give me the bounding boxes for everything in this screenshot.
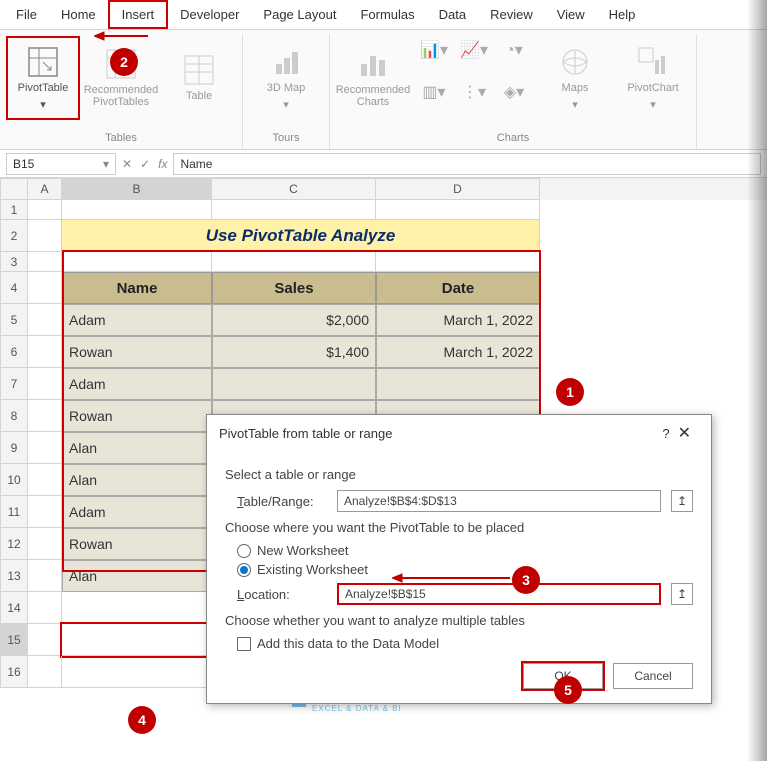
row-header-3[interactable]: 3 [0,252,28,272]
menu-formulas[interactable]: Formulas [348,2,426,27]
menu-help[interactable]: Help [597,2,648,27]
section-placement: Choose where you want the PivotTable to … [225,520,693,535]
col-header-d[interactable]: D [376,178,540,200]
recommended-charts-button[interactable]: Recommended Charts [336,36,410,120]
col-header-c[interactable]: C [212,178,376,200]
menu-home[interactable]: Home [49,2,108,27]
col-header-b[interactable]: B [62,178,212,200]
menu-view[interactable]: View [545,2,597,27]
menu-insert[interactable]: Insert [108,0,169,29]
group-label-charts: Charts [497,129,529,147]
dropdown-icon: ▾ [103,157,109,171]
dropdown-icon: ▾ [650,98,656,111]
badge-5: 5 [554,676,582,704]
col-header-a[interactable]: A [28,178,62,200]
dropdown-icon: ▾ [40,98,46,111]
name-box[interactable]: B15▾ [6,153,116,175]
menu-file[interactable]: File [4,2,49,27]
bar-chart-icon[interactable]: 📊▾ [414,36,454,64]
selected-cell-b15[interactable] [62,624,212,656]
badge-3: 3 [512,566,540,594]
arrow-to-existing [392,572,512,584]
title-cell[interactable]: Use PivotTable Analyze [62,220,540,252]
dropdown-icon: ▾ [572,98,578,111]
row-header-4[interactable]: 4 [0,272,28,304]
cancel-button[interactable]: Cancel [613,663,693,689]
formula-bar: B15▾ ✕ ✓ fx Name [0,150,767,178]
row-header-1[interactable]: 1 [0,200,28,220]
table-header-name[interactable]: Name [62,272,212,304]
pivotchart-button[interactable]: PivotChart ▾ [616,36,690,120]
dialog-title: PivotTable from table or range [219,426,662,441]
fx-icon[interactable]: fx [158,157,167,171]
line-chart-icon[interactable]: 📈▾ [454,36,494,64]
table-header-sales[interactable]: Sales [212,272,376,304]
radio-new-worksheet[interactable]: New Worksheet [225,543,693,558]
edge-shadow [747,0,767,761]
menu-data[interactable]: Data [427,2,478,27]
recommended-charts-icon [357,48,389,80]
menubar: File Home Insert Developer Page Layout F… [0,0,767,30]
3d-map-icon [270,46,302,78]
collapse-range-icon[interactable]: ↥ [671,583,693,605]
table-range-label: Table/Range: [237,494,327,509]
collapse-range-icon[interactable]: ↥ [671,490,693,512]
group-label-tours: Tours [273,129,300,147]
ribbon: PivotTable ▾ Recommended PivotTables Tab… [0,30,767,150]
group-label-tables: Tables [105,129,137,147]
pivottable-icon [27,46,59,78]
hierarchy-chart-icon[interactable]: ▥▾ [414,78,454,106]
maps-icon [559,46,591,78]
formula-input[interactable]: Name [173,153,761,175]
dropdown-icon: ▾ [283,98,289,111]
scatter-chart-icon[interactable]: ⋮▾ [454,78,494,106]
checkbox-icon [237,637,251,651]
maps-button[interactable]: Maps ▾ [538,36,612,120]
section-multiple-tables: Choose whether you want to analyze multi… [225,613,693,628]
table-range-input[interactable]: Analyze!$B$4:$D$13 [337,490,661,512]
pivottable-dialog: PivotTable from table or range ? ✕ Selec… [206,414,712,704]
radio-icon [237,544,251,558]
table-header-date[interactable]: Date [376,272,540,304]
badge-4: 4 [128,706,156,734]
pie-chart-icon[interactable]: ◔▾ [494,36,534,64]
select-all-corner[interactable] [0,178,28,200]
table-button[interactable]: Table [162,36,236,120]
menu-page-layout[interactable]: Page Layout [251,2,348,27]
row-header-2[interactable]: 2 [0,220,28,252]
table-icon [183,54,215,86]
pivotchart-icon [637,46,669,78]
badge-1: 1 [556,378,584,406]
section-select-range: Select a table or range [225,467,693,482]
cancel-icon[interactable]: ✕ [122,157,132,171]
radio-icon-checked [237,563,251,577]
help-icon[interactable]: ? [662,426,669,441]
chart-type-gallery[interactable]: 📊▾ 📈▾ ◔▾ ▥▾ ⋮▾ ◈▾ [414,36,534,120]
arrow-to-insert [94,30,150,42]
menu-review[interactable]: Review [478,2,545,27]
enter-icon[interactable]: ✓ [140,157,150,171]
pivottable-button[interactable]: PivotTable ▾ [6,36,80,120]
checkbox-data-model[interactable]: Add this data to the Data Model [225,636,693,651]
surface-chart-icon[interactable]: ◈▾ [494,78,534,106]
ribbon-group-tours: 3D Map ▾ Tours [243,34,330,149]
3d-map-button[interactable]: 3D Map ▾ [249,36,323,120]
menu-developer[interactable]: Developer [168,2,251,27]
ribbon-group-charts: Recommended Charts 📊▾ 📈▾ ◔▾ ▥▾ ⋮▾ ◈▾ Map… [330,34,697,149]
location-input[interactable]: Analyze!$B$15 [337,583,661,605]
close-icon[interactable]: ✕ [670,423,699,443]
badge-2: 2 [110,48,138,76]
location-label: Location: [237,587,327,602]
